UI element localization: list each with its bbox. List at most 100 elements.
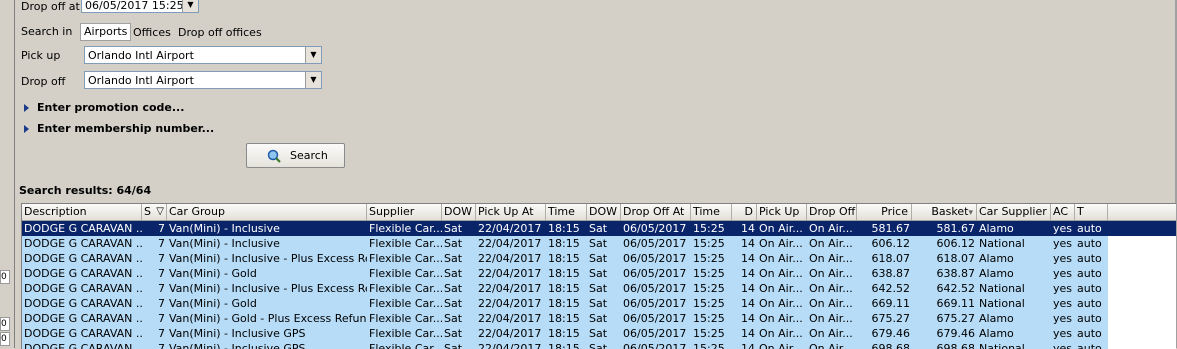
cell-dow: Sat — [444, 327, 463, 340]
search-in-airports-tab[interactable]: Airports — [80, 23, 132, 41]
cell-supplier: Flexible Car... — [369, 222, 442, 235]
column-header-dropoff-at[interactable]: Drop Off At — [621, 204, 691, 220]
column-header-car-group[interactable]: Car Group — [167, 204, 367, 220]
cell-dropoff: On Air... — [809, 327, 853, 340]
cell-pickup: On Air... — [759, 237, 803, 250]
cell-description: DODGE G CARAVAN ... — [24, 327, 142, 340]
cell-time: 18:15 — [548, 327, 580, 340]
cell-t: auto — [1077, 252, 1102, 265]
column-header-supplier[interactable]: Supplier — [367, 204, 442, 220]
cell-dow: Sat — [589, 222, 608, 235]
table-row[interactable]: DODGE G CARAVAN ... 7 Van(Mini) - Inclusiv… — [22, 236, 1176, 251]
dropoff-at-datetime-field[interactable]: 06/05/2017 15:25 ▼ — [81, 0, 199, 13]
cell-pickup: On Air... — [759, 312, 803, 325]
cell-d: 14 — [741, 282, 755, 295]
column-header-dow[interactable]: DOW — [442, 204, 476, 220]
cell-car-supplier: Alamo — [979, 267, 1014, 280]
cell-car-group: Van(Mini) - Gold — [169, 297, 257, 310]
cell-car-group: Van(Mini) - Inclusive - Plus Excess Ref.… — [169, 252, 367, 265]
column-header-basket[interactable]: Basket▾ — [912, 204, 977, 220]
cell-pickup-at: 22/04/2017 — [478, 237, 542, 250]
cell-price: 642.52 — [871, 282, 911, 295]
caret-right-icon — [24, 125, 29, 133]
cell-s: 7 — [158, 237, 165, 250]
column-header-d[interactable]: D — [732, 204, 757, 220]
cell-description: DODGE G CARAVAN ... — [24, 222, 142, 235]
cell-dropoff: On Air... — [809, 252, 853, 265]
cell-dow: Sat — [589, 312, 608, 325]
cell-basket: 638.87 — [936, 267, 976, 280]
membership-number-expander[interactable]: Enter membership number... — [24, 122, 214, 135]
cell-price: 638.87 — [871, 267, 911, 280]
cell-price: 675.27 — [871, 312, 911, 325]
cell-car-supplier: Alamo — [979, 327, 1014, 340]
cell-price: 679.46 — [871, 327, 911, 340]
column-header-pickup[interactable]: Pick Up — [757, 204, 807, 220]
column-header-pickup-at[interactable]: Pick Up At — [476, 204, 546, 220]
dropoff-at-value: 06/05/2017 15:25 — [85, 0, 184, 12]
column-header-t[interactable]: T — [1075, 204, 1108, 220]
results-table[interactable]: Description S ▽ Car Group Supplier DOW Pick Up… — [21, 203, 1176, 349]
cell-car-supplier: Alamo — [979, 222, 1014, 235]
cell-d: 14 — [741, 237, 755, 250]
column-header-price[interactable]: Price — [857, 204, 912, 220]
table-row[interactable]: DODGE G CARAVAN ... 7 Van(Mini) - Inclusiv… — [22, 221, 1176, 236]
cell-t: auto — [1077, 222, 1102, 235]
column-header-dow[interactable]: DOW — [587, 204, 621, 220]
cell-s: 7 — [158, 252, 165, 265]
cell-basket: 669.11 — [936, 297, 976, 310]
cell-dow: Sat — [589, 297, 608, 310]
table-row[interactable]: DODGE G CARAVAN ... 7 Van(Mini) - Gold Flex… — [22, 296, 1176, 311]
promotion-code-expander[interactable]: Enter promotion code... — [24, 101, 184, 114]
pickup-location-select[interactable]: Orlando Intl Airport ▼ — [84, 46, 322, 64]
table-row[interactable]: DODGE G CARAVAN ... 7 Van(Mini) - Gold - P… — [22, 311, 1176, 326]
cell-s: 7 — [158, 297, 165, 310]
cell-supplier: Flexible Car... — [369, 327, 442, 340]
cell-time: 15:25 — [693, 297, 725, 310]
cell-dropoff-at: 06/05/2017 — [623, 312, 687, 325]
column-header-s[interactable]: S ▽ — [142, 204, 167, 220]
cell-car-supplier: National — [979, 282, 1025, 295]
cell-car-supplier: National — [979, 237, 1025, 250]
cell-dow: Sat — [589, 327, 608, 340]
cell-time: 15:25 — [693, 222, 725, 235]
cell-time: 18:15 — [548, 252, 580, 265]
chevron-down-icon[interactable]: ▼ — [305, 72, 321, 88]
cell-dropoff: On Air... — [809, 297, 853, 310]
table-row[interactable]: DODGE G CARAVAN ... 7 Van(Mini) - Inclusiv… — [22, 326, 1176, 341]
cell-dow: Sat — [444, 237, 463, 250]
cell-car-group: Van(Mini) - Inclusive GPS — [169, 327, 306, 340]
column-header-description[interactable]: Description — [22, 204, 142, 220]
cell-basket: 675.27 — [936, 312, 976, 325]
cell-t: auto — [1077, 312, 1102, 325]
dropoff-location-select[interactable]: Orlando Intl Airport ▼ — [84, 71, 322, 89]
column-header-time[interactable]: Time — [546, 204, 587, 220]
cell-ac: yes — [1053, 237, 1073, 250]
search-in-dropoff-offices-tab[interactable]: Drop off offices — [178, 26, 262, 39]
cell-pickup: On Air... — [759, 297, 803, 310]
column-header-time[interactable]: Time — [691, 204, 732, 220]
cell-s: 7 — [158, 327, 165, 340]
filter-icon[interactable]: ▽ — [156, 204, 164, 220]
search-in-offices-tab[interactable]: Offices — [133, 26, 171, 39]
chevron-down-icon[interactable]: ▼ — [305, 47, 321, 63]
table-row[interactable]: DODGE G CARAVAN ... 7 Van(Mini) - Gold Flex… — [22, 266, 1176, 281]
cell-supplier: Flexible Car... — [369, 267, 442, 280]
cell-time: 15:25 — [693, 282, 725, 295]
cell-dow: Sat — [589, 267, 608, 280]
search-button[interactable]: Search — [246, 143, 345, 168]
cell-supplier: Flexible Car... — [369, 237, 442, 250]
table-row[interactable]: DODGE G CARAVAN ... 7 Van(Mini) - Inclusiv… — [22, 251, 1176, 266]
cell-car-group: Van(Mini) - Inclusive — [169, 222, 280, 235]
cell-car-group: Van(Mini) - Inclusive - Plus Excess Ref.… — [169, 282, 367, 295]
column-header-car-supplier[interactable]: Car Supplier — [977, 204, 1051, 220]
cell-s: 7 — [158, 282, 165, 295]
cell-time: 15:25 — [693, 312, 725, 325]
chevron-down-icon[interactable]: ▼ — [182, 0, 198, 12]
cell-pickup-at: 22/04/2017 — [478, 327, 542, 340]
cell-dropoff-at: 06/05/2017 — [623, 297, 687, 310]
column-header-ac[interactable]: AC — [1051, 204, 1075, 220]
table-row[interactable]: DODGE G CARAVAN ... 7 Van(Mini) - Inclusiv… — [22, 281, 1176, 296]
column-header-dropoff[interactable]: Drop Off — [807, 204, 857, 220]
cell-pickup-at: 22/04/2017 — [478, 297, 542, 310]
